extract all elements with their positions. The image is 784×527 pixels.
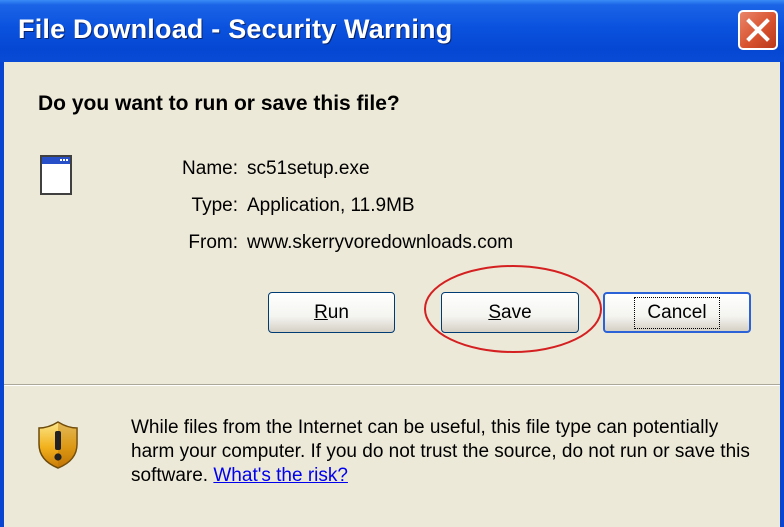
separator-highlight	[4, 385, 780, 386]
window-frame-right	[780, 62, 784, 527]
title-bar[interactable]: File Download - Security Warning	[0, 0, 784, 62]
close-x-icon	[746, 18, 770, 42]
run-button-label: Run	[314, 301, 349, 323]
question-heading: Do you want to run or save this file?	[38, 92, 400, 115]
run-button[interactable]: Run	[268, 292, 395, 333]
annotation-circle	[424, 265, 602, 353]
close-button[interactable]	[738, 10, 778, 50]
window-title: File Download - Security Warning	[18, 14, 453, 44]
whats-the-risk-link[interactable]: What's the risk?	[213, 465, 348, 486]
from-label: From:	[188, 232, 238, 253]
name-label: Name:	[182, 158, 238, 179]
warning-message: While files from the Internet can be use…	[131, 416, 761, 488]
file-name-value: sc51setup.exe	[247, 158, 370, 179]
cancel-button[interactable]: Cancel	[603, 292, 751, 333]
cancel-button-label: Cancel	[634, 296, 720, 329]
window-frame-left	[0, 62, 4, 527]
file-type-value: Application, 11.9MB	[247, 195, 415, 216]
file-source-value: www.skerryvoredownloads.com	[247, 232, 514, 253]
application-window-icon	[40, 155, 72, 195]
security-warning-dialog: File Download - Security Warning Do you …	[0, 0, 784, 527]
type-label: Type:	[191, 195, 238, 216]
shield-warning-icon	[38, 421, 78, 469]
